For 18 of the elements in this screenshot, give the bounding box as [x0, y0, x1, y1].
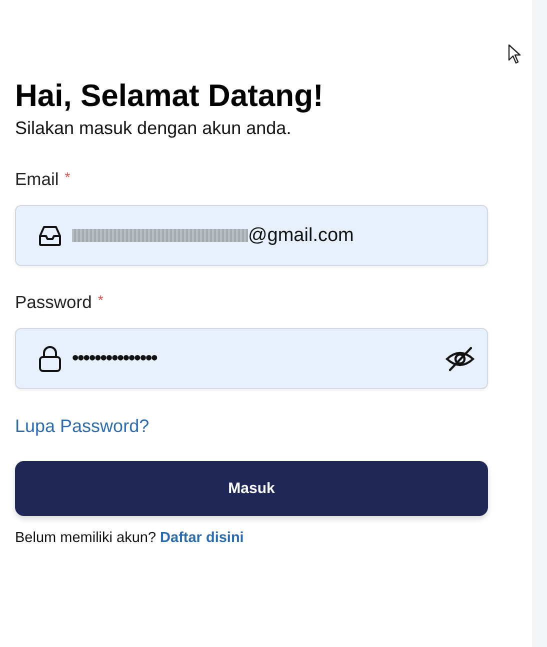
field-label: Email — [15, 169, 59, 190]
email-field[interactable]: @gmail.com — [15, 205, 488, 266]
email-value-end: @gmail.com — [248, 224, 354, 246]
required-mark: * — [64, 169, 70, 185]
password-field[interactable]: ••••••••••••••• — [15, 328, 488, 389]
signup-link[interactable]: Daftar disini — [160, 530, 244, 546]
inbox-icon — [38, 224, 62, 246]
field-label: Password — [15, 292, 92, 313]
welcome-heading: Hai, Selamat Datang! — [15, 78, 324, 114]
forgot-password-link[interactable]: Lupa Password? — [15, 416, 150, 437]
lock-icon — [38, 346, 62, 372]
mouse-pointer-icon — [508, 44, 522, 64]
eye-slash-icon[interactable] — [445, 346, 475, 372]
required-mark: * — [98, 292, 104, 308]
login-button[interactable]: Masuk — [15, 461, 488, 516]
subtitle: Silakan masuk dengan akun anda. — [15, 118, 292, 139]
password-value: ••••••••••••••• — [72, 348, 157, 370]
signup-prompt: Belum memiliki akun? — [15, 530, 156, 546]
